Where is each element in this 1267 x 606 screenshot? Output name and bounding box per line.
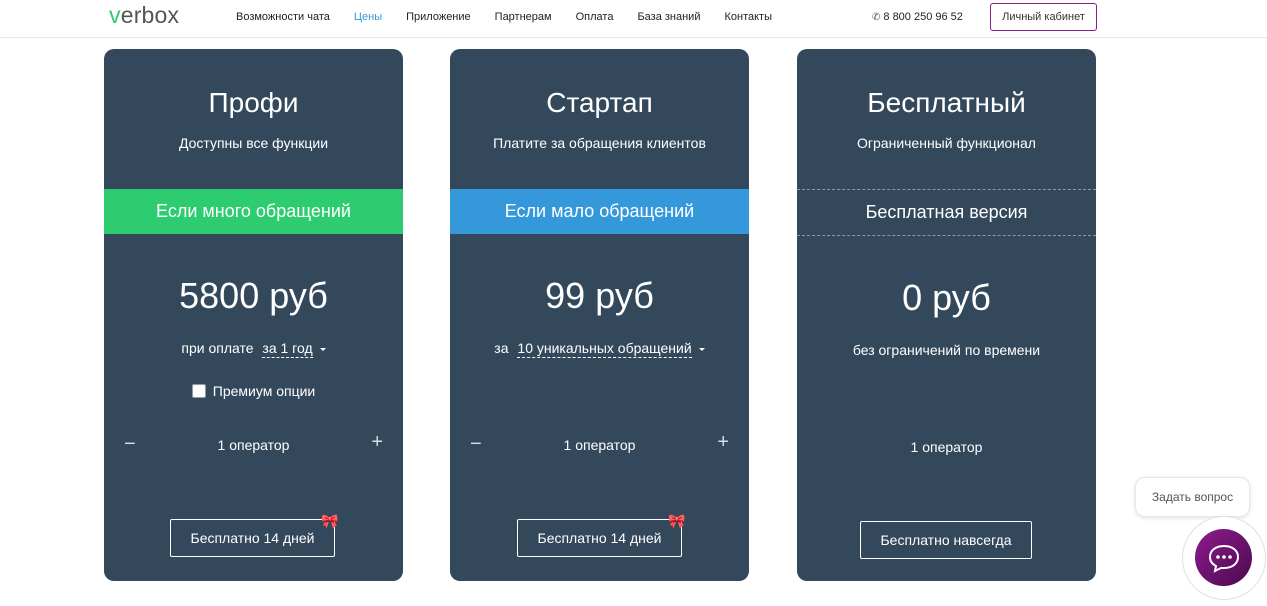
period-dropdown[interactable]: за 1 год [262, 340, 313, 358]
nav-link-features[interactable]: Возможности чата [236, 11, 330, 23]
plan-title: Стартап [546, 87, 653, 118]
premium-options[interactable]: Премиум опции [104, 383, 403, 399]
chevron-down-icon[interactable] [698, 347, 705, 351]
premium-checkbox[interactable] [191, 384, 206, 398]
plan-band: Если мало обращений [450, 189, 749, 234]
plan-price: 0 руб [902, 277, 991, 318]
free-trial-button[interactable]: Бесплатно 14 дней [170, 519, 335, 557]
nav-link-contacts[interactable]: Контакты [724, 11, 772, 23]
plan-band: Бесплатная версия [797, 189, 1096, 236]
verbox-logo[interactable]: verbox [109, 2, 179, 29]
chat-open-button[interactable] [1195, 529, 1252, 586]
nav-link-payment[interactable]: Оплата [576, 11, 614, 23]
plan-card-startup: Стартап Платите за обращения клиентов Ес… [450, 49, 749, 581]
phone-number[interactable]: ✆ 8 800 250 96 52 [872, 11, 963, 23]
gift-icon: 🎀 [668, 513, 686, 529]
nav-link-partners[interactable]: Партнерам [495, 11, 552, 23]
top-navbar: verbox Возможности чата Цены Приложение … [0, 0, 1267, 38]
plan-band: Если много обращений [104, 189, 403, 234]
nav-link-app[interactable]: Приложение [406, 11, 471, 23]
nav-link-knowledge-base[interactable]: База знаний [637, 11, 700, 23]
premium-label: Премиум опции [212, 383, 316, 399]
plan-subtitle: Платите за обращения клиентов [493, 135, 706, 151]
personal-account-button[interactable]: Личный кабинет [990, 3, 1097, 31]
plan-price: 5800 руб [179, 275, 328, 316]
plan-period: при оплате за 1 год [104, 340, 403, 358]
ask-question-bubble[interactable]: Задать вопрос [1135, 477, 1250, 517]
free-trial-button[interactable]: Бесплатно 14 дней [517, 519, 682, 557]
chevron-down-icon[interactable] [319, 347, 326, 351]
plan-card-profi: Профи Доступны все функции Если много об… [104, 49, 403, 581]
period-dropdown[interactable]: 10 уникальных обращений [517, 340, 692, 358]
plan-period: за 10 уникальных обращений [450, 340, 749, 358]
plan-card-free: Бесплатный Ограниченный функционал Беспл… [797, 49, 1096, 581]
operator-plus-button[interactable]: + [371, 431, 383, 454]
operator-count: 1 оператор [563, 437, 636, 453]
operator-count: 1 оператор [910, 439, 983, 455]
chat-icon [1208, 544, 1239, 573]
plan-subtitle: Ограниченный функционал [857, 135, 1036, 151]
nav-link-prices[interactable]: Цены [354, 11, 382, 23]
operator-count: 1 оператор [217, 437, 290, 453]
plan-period: без ограничений по времени [852, 342, 1041, 358]
plan-title: Профи [208, 87, 299, 118]
phone-icon: ✆ [872, 12, 881, 23]
main-nav: Возможности чата Цены Приложение Партнер… [236, 11, 796, 23]
plan-title: Бесплатный [867, 87, 1026, 118]
gift-icon: 🎀 [321, 513, 339, 529]
operator-plus-button[interactable]: + [717, 431, 729, 454]
plan-price: 99 руб [545, 275, 654, 316]
free-forever-button[interactable]: Бесплатно навсегда [860, 521, 1032, 559]
plan-subtitle: Доступны все функции [178, 135, 329, 151]
